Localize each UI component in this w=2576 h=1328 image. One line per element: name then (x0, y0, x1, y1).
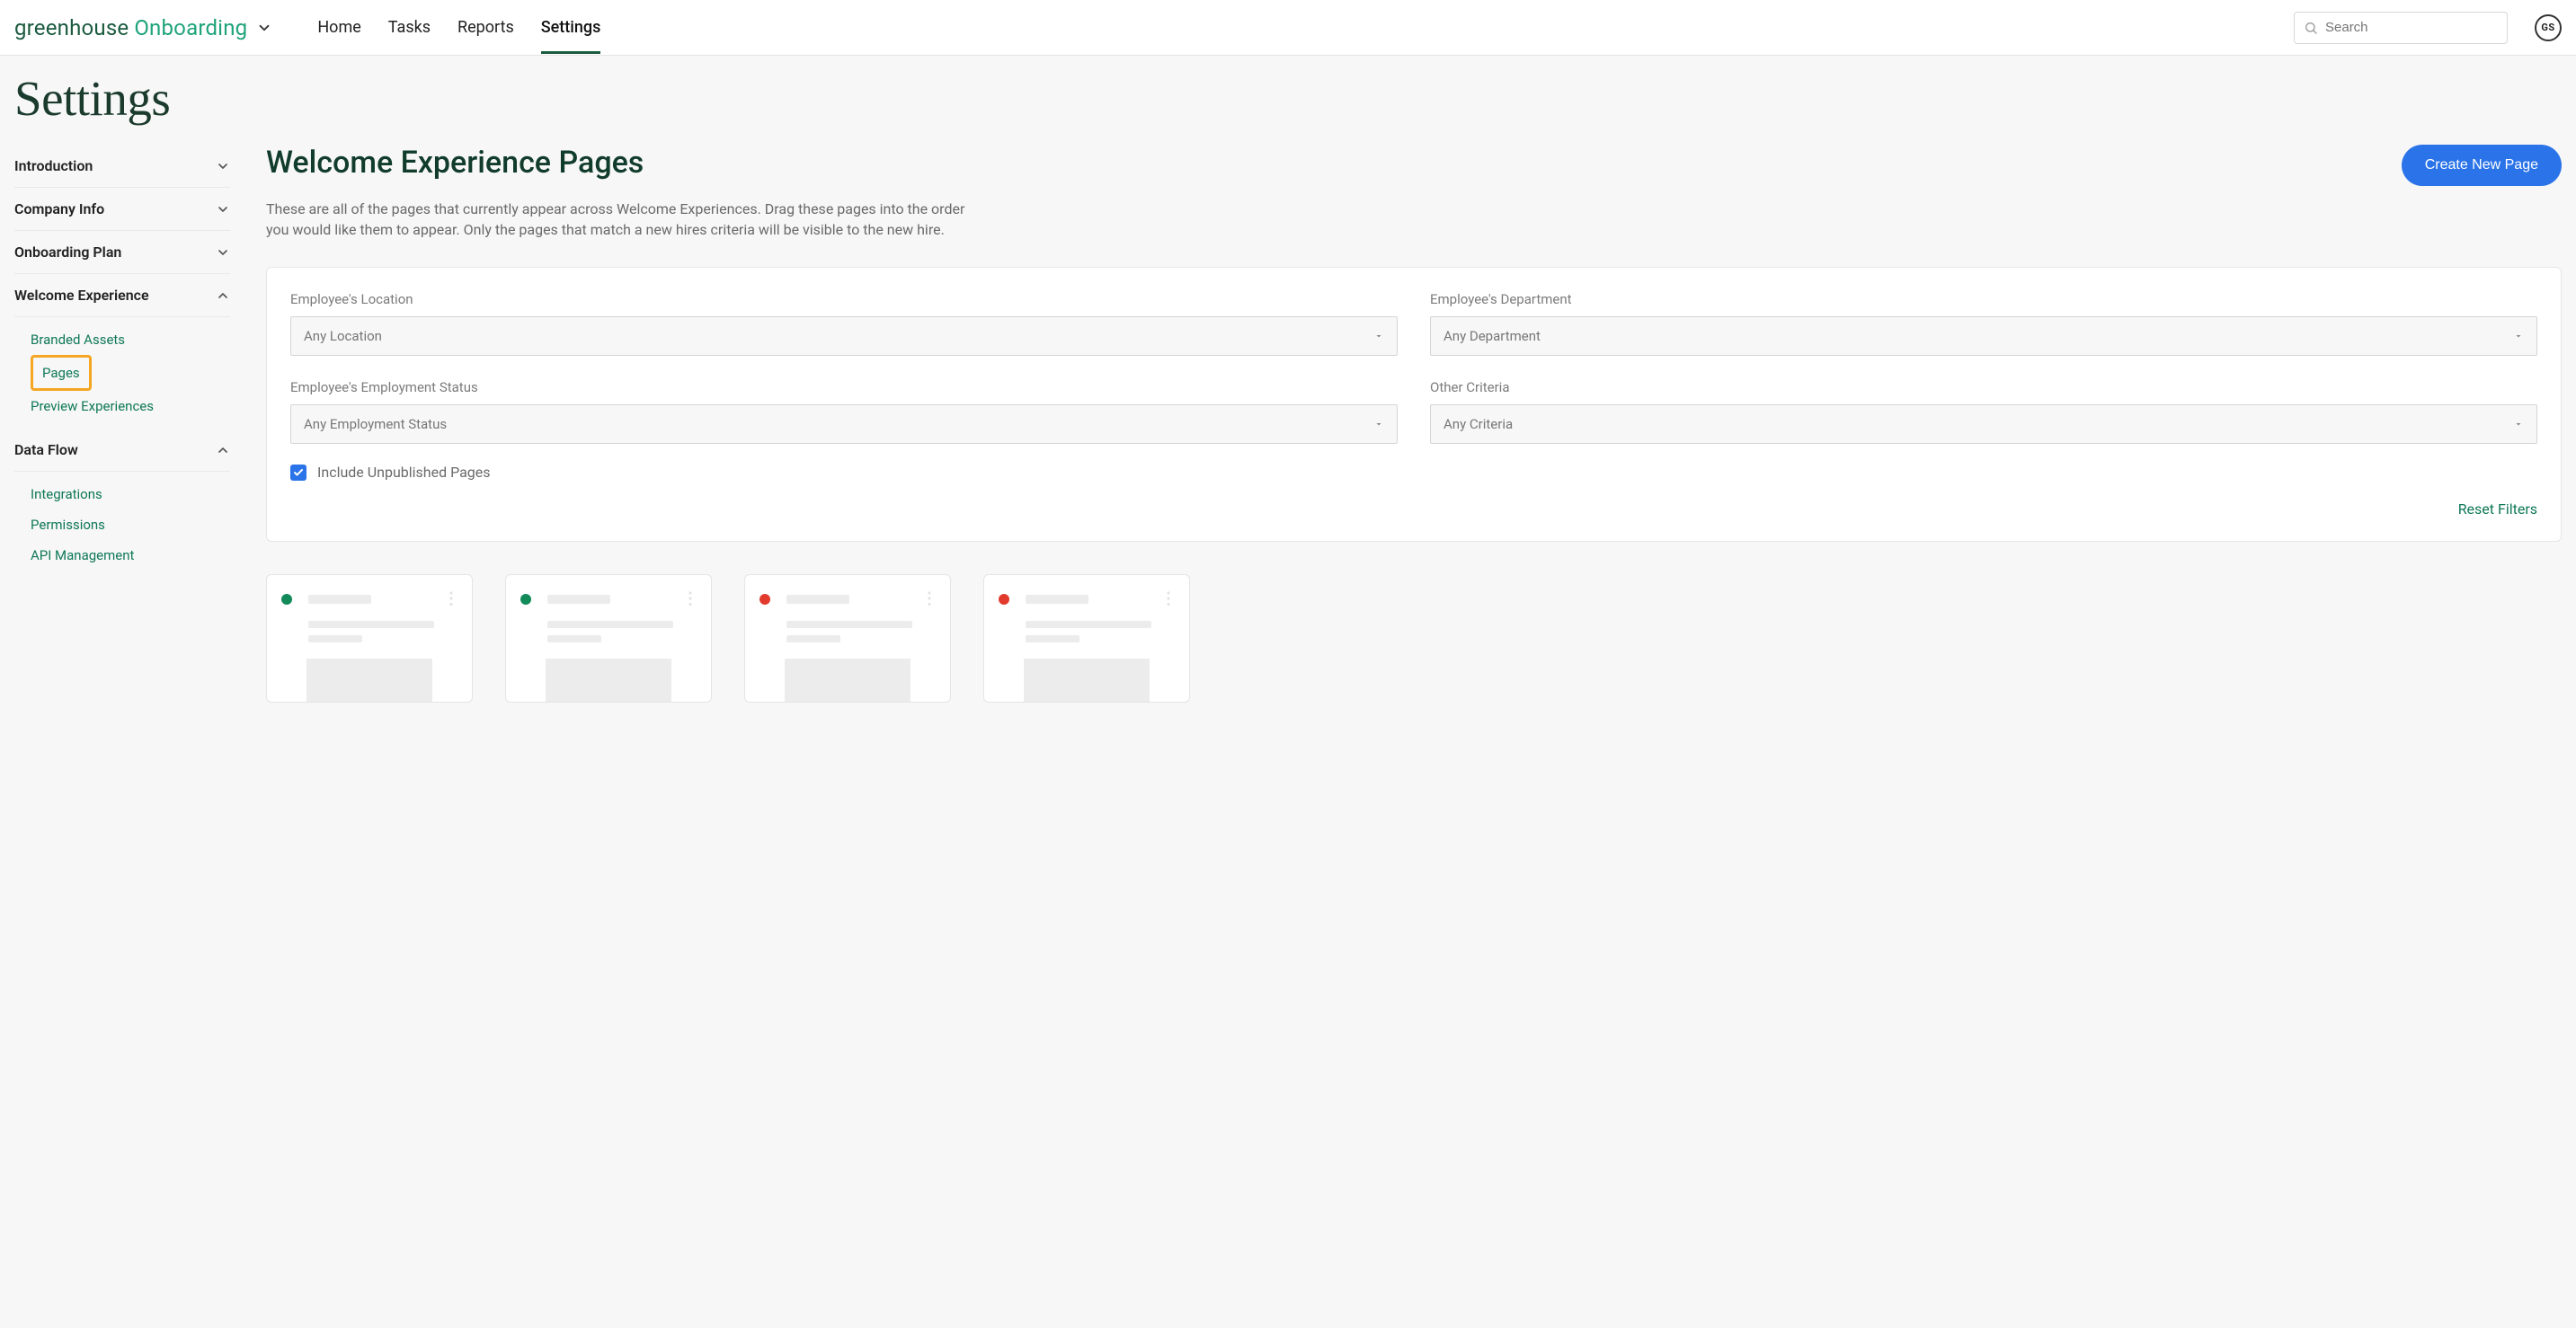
skeleton-line (547, 635, 601, 642)
caret-down-icon (1373, 416, 1384, 433)
nav-home[interactable]: Home (317, 2, 360, 54)
sidebar-section-label: Onboarding Plan (14, 243, 121, 261)
section-description: These are all of the pages that currentl… (266, 199, 985, 240)
skeleton-line (1026, 595, 1088, 604)
search-icon (2304, 21, 2318, 35)
topbar: greenhouse Onboarding Home Tasks Reports… (0, 0, 2576, 56)
select-value: Any Employment Status (304, 416, 447, 432)
brand-word-2: Onboarding (134, 15, 247, 40)
card-menu-icon[interactable]: ⋮ (1160, 589, 1175, 608)
filter-panel: Employee's Location Any Location Employe… (266, 267, 2562, 542)
skeleton-block (306, 659, 432, 702)
skeleton-line (786, 595, 849, 604)
create-new-page-button[interactable]: Create New Page (2402, 145, 2562, 186)
skeleton-block (1024, 659, 1150, 702)
skeleton-line (547, 595, 610, 604)
status-dot-icon (759, 594, 770, 605)
location-select[interactable]: Any Location (290, 316, 1398, 356)
status-dot-icon (281, 594, 292, 605)
page-card[interactable]: ⋮ (744, 574, 951, 703)
other-criteria-select[interactable]: Any Criteria (1430, 404, 2537, 444)
chevron-down-icon (256, 20, 272, 36)
filter-label-department: Employee's Department (1430, 291, 2537, 307)
sidebar-subsection-welcome-experience: Branded Assets Pages Preview Experiences (14, 317, 230, 429)
main-content: Welcome Experience Pages Create New Page… (230, 145, 2562, 710)
include-unpublished-checkbox[interactable] (290, 465, 306, 481)
page-card[interactable]: ⋮ (266, 574, 473, 703)
employment-status-select[interactable]: Any Employment Status (290, 404, 1398, 444)
filter-label-other: Other Criteria (1430, 379, 2537, 395)
sidebar-section-onboarding-plan[interactable]: Onboarding Plan (14, 231, 230, 274)
avatar[interactable]: GS (2535, 14, 2562, 41)
settings-sidebar: Introduction Company Info Onboarding Pla… (14, 145, 230, 710)
page-title: Settings (14, 70, 2562, 127)
skeleton-line (1026, 635, 1079, 642)
chevron-up-icon (216, 288, 230, 303)
nav-tasks[interactable]: Tasks (388, 2, 431, 54)
nav-reports[interactable]: Reports (457, 2, 514, 54)
department-select[interactable]: Any Department (1430, 316, 2537, 356)
skeleton-block (546, 659, 671, 702)
chevron-down-icon (216, 245, 230, 260)
reset-filters-link[interactable]: Reset Filters (2458, 500, 2537, 518)
page-card[interactable]: ⋮ (505, 574, 712, 703)
select-value: Any Department (1443, 328, 1541, 344)
search-input[interactable] (2325, 20, 2498, 35)
select-value: Any Location (304, 328, 382, 344)
sidebar-section-label: Data Flow (14, 441, 78, 458)
sidebar-section-label: Welcome Experience (14, 287, 149, 304)
skeleton-block (785, 659, 910, 702)
search-field[interactable] (2294, 12, 2508, 44)
brand-word-1: greenhouse (14, 15, 129, 40)
page-card[interactable]: ⋮ (983, 574, 1190, 703)
sidebar-section-welcome-experience[interactable]: Welcome Experience (14, 274, 230, 317)
filter-label-status: Employee's Employment Status (290, 379, 1398, 395)
card-menu-icon[interactable]: ⋮ (682, 589, 697, 608)
sidebar-link-pages[interactable]: Pages (31, 355, 92, 391)
brand-switcher[interactable]: greenhouse Onboarding (14, 15, 272, 40)
primary-nav: Home Tasks Reports Settings (317, 2, 600, 54)
skeleton-line (308, 621, 434, 628)
sidebar-section-label: Company Info (14, 200, 104, 217)
sidebar-section-label: Introduction (14, 157, 93, 174)
sidebar-link-integrations[interactable]: Integrations (31, 479, 230, 509)
sidebar-link-branded-assets[interactable]: Branded Assets (31, 324, 230, 355)
sidebar-link-permissions[interactable]: Permissions (31, 509, 230, 540)
sidebar-section-company-info[interactable]: Company Info (14, 188, 230, 231)
page-card-list: ⋮ ⋮ (266, 574, 2562, 710)
skeleton-line (786, 635, 840, 642)
sidebar-link-preview-experiences[interactable]: Preview Experiences (31, 391, 230, 421)
skeleton-line (1026, 621, 1151, 628)
skeleton-line (308, 595, 371, 604)
nav-settings[interactable]: Settings (541, 2, 601, 54)
include-unpublished-label: Include Unpublished Pages (317, 464, 491, 481)
card-menu-icon[interactable]: ⋮ (921, 589, 936, 608)
card-menu-icon[interactable]: ⋮ (443, 589, 457, 608)
caret-down-icon (1373, 328, 1384, 345)
sidebar-section-data-flow[interactable]: Data Flow (14, 429, 230, 472)
chevron-down-icon (216, 202, 230, 217)
sidebar-link-api-management[interactable]: API Management (31, 540, 230, 571)
skeleton-line (547, 621, 673, 628)
skeleton-line (786, 621, 912, 628)
chevron-down-icon (216, 159, 230, 173)
status-dot-icon (999, 594, 1009, 605)
select-value: Any Criteria (1443, 416, 1513, 432)
page-body: Settings Introduction Company Info Onboa… (0, 56, 2576, 710)
skeleton-line (308, 635, 362, 642)
filter-label-location: Employee's Location (290, 291, 1398, 307)
caret-down-icon (2513, 416, 2524, 433)
sidebar-subsection-data-flow: Integrations Permissions API Management (14, 472, 230, 578)
chevron-up-icon (216, 443, 230, 457)
caret-down-icon (2513, 328, 2524, 345)
sidebar-section-introduction[interactable]: Introduction (14, 145, 230, 188)
status-dot-icon (520, 594, 531, 605)
section-title: Welcome Experience Pages (266, 145, 644, 181)
